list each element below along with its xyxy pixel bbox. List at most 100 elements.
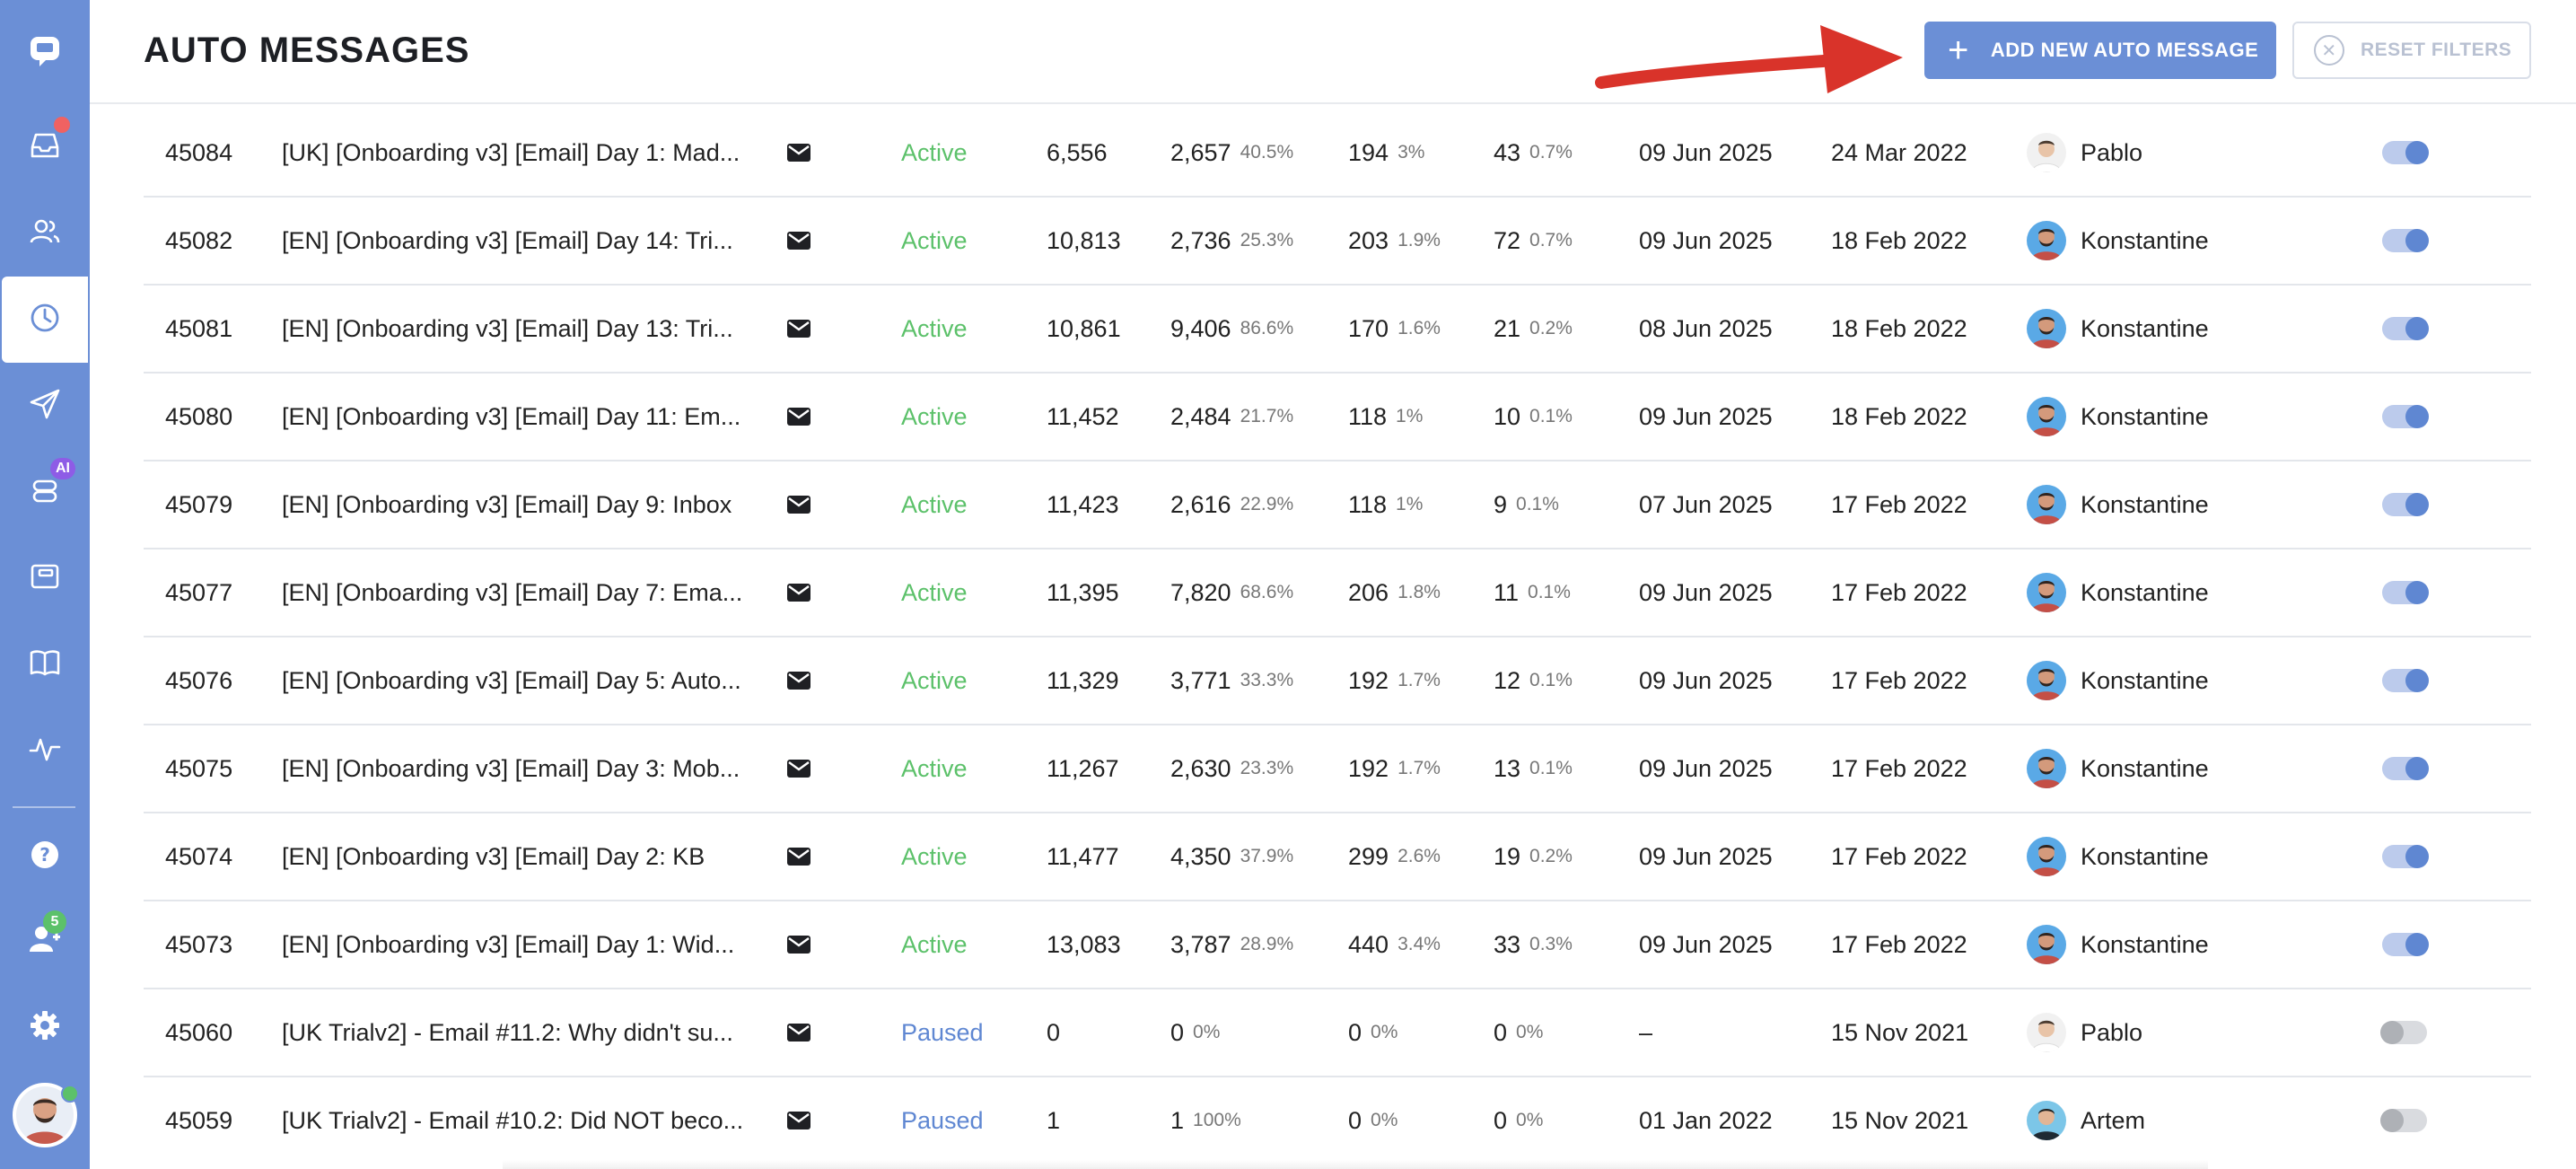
clicked-count: 0 <box>1348 1106 1362 1134</box>
sent-count: 11,423 <box>1047 490 1119 518</box>
table-row[interactable]: 45059 [UK Trialv2] - Email #10.2: Did NOT… <box>144 1077 2531 1165</box>
toggle-knob <box>2405 581 2429 604</box>
opened-percent: 25.3% <box>1240 230 1294 250</box>
enable-toggle[interactable] <box>2382 933 2429 956</box>
clicked-stat: 194 3% <box>1348 110 1424 196</box>
opened-count: 2,736 <box>1170 226 1231 254</box>
table-row[interactable]: 45081 [EN] [Onboarding v3] [Email] Day 13… <box>144 286 2531 374</box>
message-name-link[interactable]: [UK Trialv2] - Email #11.2: Why didn't s… <box>282 989 749 1076</box>
conversion-count: 19 <box>1494 842 1521 870</box>
enable-toggle[interactable] <box>2382 317 2429 340</box>
created-date: 17 Feb 2022 <box>1831 490 1967 518</box>
status-badge: Paused <box>901 1018 984 1046</box>
enable-toggle-cell <box>2380 989 2427 1076</box>
table-row[interactable]: 45077 [EN] [Onboarding v3] [Email] Day 7:… <box>144 549 2531 637</box>
conversion-percent: 0.1% <box>1529 758 1573 778</box>
message-name-link[interactable]: [EN] [Onboarding v3] [Email] Day 1: Wid.… <box>282 901 749 988</box>
message-name-link[interactable]: [EN] [Onboarding v3] [Email] Day 11: Em.… <box>282 374 749 460</box>
add-new-auto-message-button[interactable]: + ADD NEW AUTO MESSAGE <box>1924 22 2276 79</box>
table-row[interactable]: 45074 [EN] [Onboarding v3] [Email] Day 2:… <box>144 813 2531 901</box>
opened-count: 0 <box>1170 1018 1185 1046</box>
enable-toggle[interactable] <box>2380 1109 2427 1132</box>
message-id: 45082 <box>165 226 233 254</box>
sidebar-item-auto-messages[interactable] <box>2 277 88 363</box>
author-name: Konstantine <box>2081 490 2209 518</box>
sidebar-item-wallet[interactable] <box>0 535 90 621</box>
page-title: AUTO MESSAGES <box>144 31 470 70</box>
clicked-stat: 170 1.6% <box>1348 286 1441 372</box>
message-id: 45077 <box>165 578 233 606</box>
enable-toggle[interactable] <box>2382 845 2429 868</box>
table-row[interactable]: 45079 [EN] [Onboarding v3] [Email] Day 9:… <box>144 461 2531 549</box>
enable-toggle[interactable] <box>2382 141 2429 164</box>
author: Konstantine <box>2027 637 2209 724</box>
enable-toggle[interactable] <box>2382 757 2429 780</box>
sidebar-item-help[interactable]: ? <box>0 813 90 900</box>
message-name-link[interactable]: [EN] [Onboarding v3] [Email] Day 2: KB <box>282 813 749 900</box>
reset-filters-button[interactable]: ✕ RESET FILTERS <box>2292 22 2531 79</box>
created-date: 17 Feb 2022 <box>1831 754 1967 782</box>
enable-toggle[interactable] <box>2382 405 2429 428</box>
message-name-link[interactable]: [EN] [Onboarding v3] [Email] Day 9: Inbo… <box>282 461 749 548</box>
message-name-link[interactable]: [UK] [Onboarding v3] [Email] Day 1: Mad.… <box>282 110 749 196</box>
sidebar-item-inbox[interactable] <box>0 104 90 190</box>
conversion-stat: 33 0.3% <box>1494 901 1573 988</box>
clicked-percent: 3.4% <box>1398 934 1441 954</box>
last-sent-date: 09 Jun 2025 <box>1639 578 1773 606</box>
opened-count: 9,406 <box>1170 314 1231 342</box>
opened-stat: 7,820 68.6% <box>1170 549 1293 636</box>
opened-percent: 22.9% <box>1240 494 1294 514</box>
message-name-link[interactable]: [EN] [Onboarding v3] [Email] Day 5: Auto… <box>282 637 749 724</box>
sidebar-item-users[interactable] <box>0 190 90 277</box>
author: Konstantine <box>2027 198 2209 284</box>
clicked-stat: 118 1% <box>1348 374 1423 460</box>
table-row[interactable]: 45073 [EN] [Onboarding v3] [Email] Day 1:… <box>144 901 2531 989</box>
clock-icon <box>27 300 63 340</box>
enable-toggle[interactable] <box>2382 229 2429 252</box>
sidebar-item-campaigns[interactable] <box>0 363 90 449</box>
sidebar-item-ai-bot[interactable]: AI <box>0 449 90 535</box>
message-id: 45079 <box>165 490 233 518</box>
table-row[interactable]: 45082 [EN] [Onboarding v3] [Email] Day 14… <box>144 198 2531 286</box>
message-name-link[interactable]: [EN] [Onboarding v3] [Email] Day 14: Tri… <box>282 198 749 284</box>
sidebar-item-settings[interactable] <box>0 984 90 1070</box>
sidebar: AI ? 5 <box>0 0 90 1169</box>
enable-toggle[interactable] <box>2382 493 2429 516</box>
table-row[interactable]: 45060 [UK Trialv2] - Email #11.2: Why did… <box>144 989 2531 1077</box>
page-header: AUTO MESSAGES + ADD NEW AUTO MESSAGE ✕ R… <box>90 0 2576 104</box>
author-name: Konstantine <box>2081 930 2209 958</box>
message-id: 45075 <box>165 754 233 782</box>
author-avatar <box>2027 133 2066 172</box>
message-name-link[interactable]: [EN] [Onboarding v3] [Email] Day 13: Tri… <box>282 286 749 372</box>
created-date: 18 Feb 2022 <box>1831 402 1967 430</box>
table-row[interactable]: 45076 [EN] [Onboarding v3] [Email] Day 5:… <box>144 637 2531 725</box>
table-row[interactable]: 45080 [EN] [Onboarding v3] [Email] Day 11… <box>144 374 2531 461</box>
svg-text:?: ? <box>39 844 50 866</box>
sidebar-item-knowledge-base[interactable] <box>0 621 90 708</box>
table-row[interactable]: 45084 [UK] [Onboarding v3] [Email] Day 1:… <box>144 110 2531 198</box>
email-icon <box>786 1077 811 1164</box>
sidebar-item-reports[interactable] <box>0 708 90 794</box>
plus-icon: + <box>1948 31 1969 70</box>
message-name-link[interactable]: [EN] [Onboarding v3] [Email] Day 7: Ema.… <box>282 549 749 636</box>
sidebar-logo[interactable] <box>0 9 90 95</box>
opened-stat: 3,771 33.3% <box>1170 637 1293 724</box>
enable-toggle[interactable] <box>2382 669 2429 692</box>
last-sent-date: 07 Jun 2025 <box>1639 490 1773 518</box>
table-row[interactable]: 45075 [EN] [Onboarding v3] [Email] Day 3:… <box>144 725 2531 813</box>
author: Konstantine <box>2027 549 2209 636</box>
toggle-knob <box>2380 1109 2404 1132</box>
message-name-link[interactable]: [UK Trialv2] - Email #10.2: Did NOT beco… <box>282 1077 749 1164</box>
enable-toggle[interactable] <box>2380 1021 2427 1044</box>
message-name-link[interactable]: [EN] [Onboarding v3] [Email] Day 3: Mob.… <box>282 725 749 812</box>
conversion-stat: 10 0.1% <box>1494 374 1573 460</box>
enable-toggle[interactable] <box>2382 581 2429 604</box>
conversion-percent: 0.1% <box>1529 406 1573 426</box>
created-date: 15 Nov 2021 <box>1831 1106 1969 1134</box>
sent-count: 11,267 <box>1047 754 1119 782</box>
toggle-knob <box>2405 493 2429 516</box>
status-badge: Active <box>901 314 968 342</box>
sidebar-item-leads[interactable]: 5 <box>0 898 90 984</box>
conversion-percent: 0.7% <box>1529 142 1573 163</box>
author-avatar <box>2027 661 2066 700</box>
